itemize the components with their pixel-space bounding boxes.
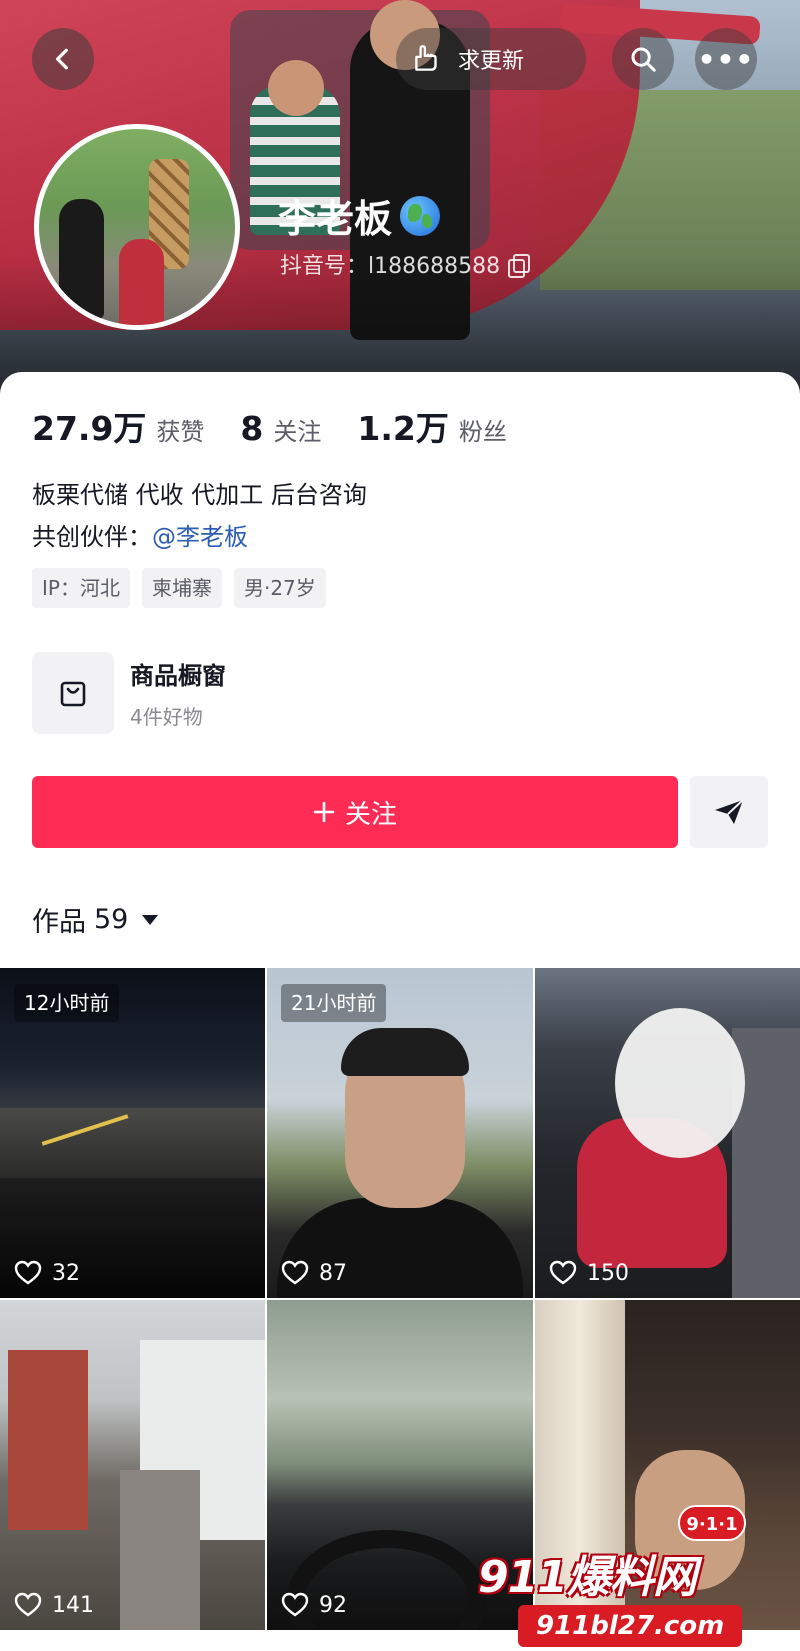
video-likes-count: 87 — [319, 1260, 347, 1286]
cover-photo-child-head — [268, 60, 324, 116]
stat-likes-label: 获赞 — [156, 418, 205, 446]
search-button[interactable] — [612, 28, 674, 90]
heart-icon — [549, 1260, 577, 1285]
video-likes: 32 — [14, 1260, 80, 1286]
profile-bio: 板栗代储 代收 代加工 后台咨询 — [32, 481, 367, 509]
profile-tags: IP：河北 柬埔寨 男·27岁 — [32, 568, 326, 608]
heart-icon — [281, 1592, 309, 1617]
pointing-hand-icon — [415, 45, 437, 71]
video-likes: 150 — [549, 1260, 629, 1286]
nickname-text: 李老板 — [278, 197, 393, 241]
works-label: 作品 — [32, 907, 86, 938]
works-count: 59 — [94, 904, 129, 935]
stat-likes-value: 27.9万 — [32, 409, 147, 448]
watermark-badge: 9·1·1 — [678, 1505, 746, 1541]
video-likes: 87 — [281, 1260, 347, 1286]
video-likes-count: 32 — [52, 1260, 80, 1286]
globe-emoji-icon — [400, 195, 441, 236]
stat-followers-label: 粉丝 — [458, 418, 507, 446]
watermark-brand: 911爆料网 — [478, 1552, 697, 1603]
video-likes: 92 — [281, 1592, 347, 1618]
stat-following-value: 8 — [240, 409, 264, 448]
plus-icon — [313, 801, 335, 823]
video-time-badge: 21小时前 — [281, 984, 387, 1022]
thumbnail-road — [0, 1108, 265, 1178]
video-likes-count: 150 — [587, 1260, 629, 1286]
video-likes-count: 141 — [52, 1592, 94, 1618]
tag-gender-age: 男·27岁 — [233, 568, 326, 608]
avatar-photo-child — [119, 239, 164, 325]
copy-icon[interactable] — [508, 254, 531, 278]
tag-region: 柬埔寨 — [141, 568, 222, 608]
thumbnail-brick-wall — [8, 1350, 88, 1530]
works-tab[interactable]: 作品 59 — [32, 900, 159, 939]
video-thumbnail[interactable]: 141 — [0, 1300, 265, 1630]
shop-text: 商品橱窗 4件好物 — [130, 656, 226, 730]
heart-icon — [14, 1592, 42, 1617]
heart-icon — [281, 1260, 309, 1285]
stat-followers[interactable]: 1.2万 粉丝 — [357, 402, 506, 450]
stat-following[interactable]: 8 关注 — [240, 409, 321, 448]
caret-down-icon — [142, 914, 159, 925]
more-dots-icon: ••• — [697, 42, 755, 76]
tag-ip-location: IP：河北 — [32, 568, 130, 608]
video-thumbnail[interactable]: 21小时前 87 — [267, 968, 533, 1298]
watermark-url: 911bl27.com — [518, 1605, 743, 1647]
douyin-id-text: 抖音号：l188688588 — [280, 254, 501, 279]
heart-icon — [14, 1260, 42, 1285]
thumbnail-face-blur — [615, 1008, 745, 1158]
douyin-id: 抖音号：l188688588 — [280, 248, 531, 280]
site-watermark: 9·1·1 911爆料网 911bl27.com — [478, 1505, 788, 1651]
stat-following-label: 关注 — [273, 418, 322, 446]
follow-label: 关注 — [344, 799, 397, 830]
co-creator-mention-link[interactable]: @李老板 — [152, 523, 248, 551]
paper-plane-icon — [715, 799, 744, 824]
shop-subtitle: 4件好物 — [130, 705, 203, 729]
avatar-photo-person — [59, 199, 104, 319]
video-likes: 141 — [14, 1592, 94, 1618]
thumbnail-blocks — [120, 1470, 200, 1630]
profile-nickname: 李老板 — [278, 188, 441, 243]
shop-title: 商品橱窗 — [130, 662, 226, 690]
video-likes-count: 92 — [319, 1592, 347, 1618]
request-update-button[interactable]: 求更新 — [396, 28, 586, 90]
co-creator-prefix: 共创伙伴： — [32, 523, 152, 551]
stat-followers-value: 1.2万 — [357, 409, 449, 448]
request-update-label: 求更新 — [458, 49, 525, 74]
send-message-button[interactable] — [690, 776, 768, 848]
chevron-left-icon — [55, 48, 68, 70]
profile-stats: 27.9万 获赞 8 关注 1.2万 粉丝 — [32, 402, 507, 450]
stat-likes[interactable]: 27.9万 获赞 — [32, 402, 204, 450]
follow-button[interactable]: 关注 — [32, 776, 678, 848]
avatar[interactable] — [34, 124, 240, 330]
shopping-bag-icon — [60, 681, 86, 707]
video-time-badge: 12小时前 — [14, 984, 120, 1022]
co-creator-line: 共创伙伴：@李老板 — [32, 516, 248, 558]
more-options-button[interactable]: ••• — [695, 28, 757, 90]
thumbnail-hair — [341, 1028, 469, 1076]
shop-window-entry[interactable]: 商品橱窗 4件好物 — [32, 652, 226, 734]
back-button[interactable] — [32, 28, 94, 90]
shop-icon-box — [32, 652, 114, 734]
search-icon — [631, 47, 656, 72]
video-thumbnail[interactable]: 12小时前 32 — [0, 968, 265, 1298]
video-thumbnail[interactable]: 150 — [535, 968, 800, 1298]
